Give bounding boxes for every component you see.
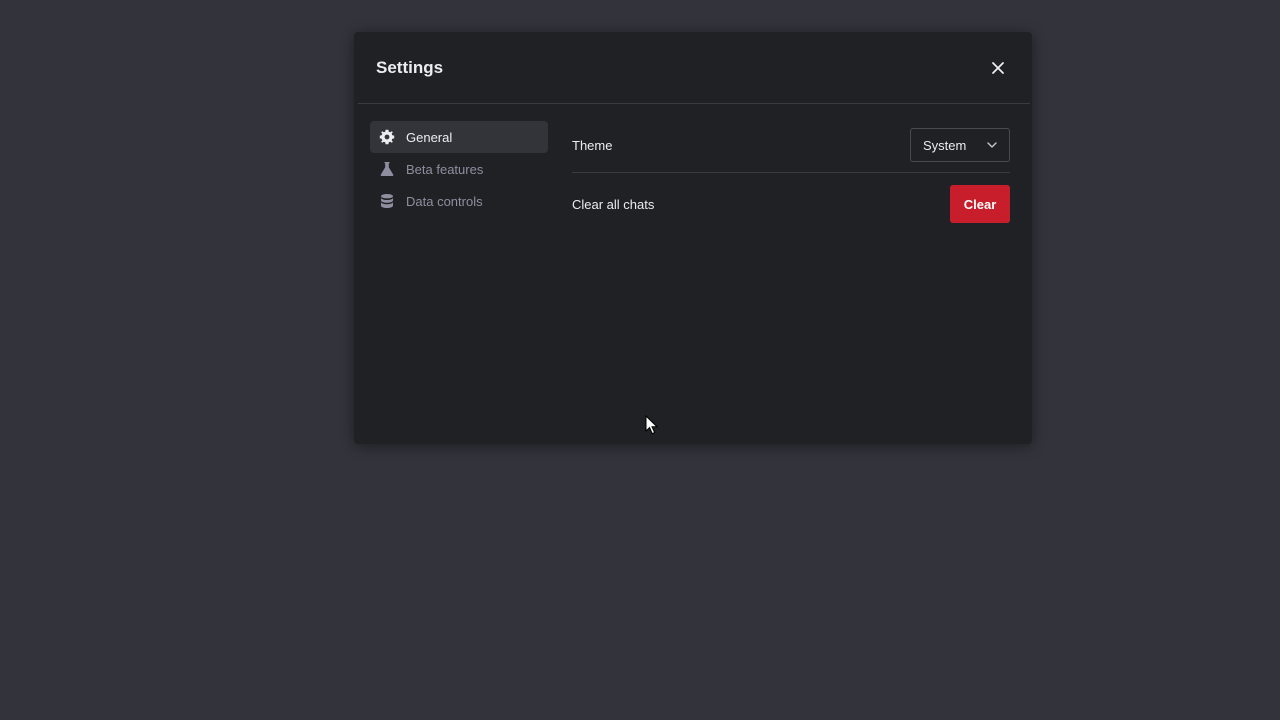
clear-chats-label: Clear all chats: [572, 196, 655, 212]
general-settings-panel: Theme System Clear all chats Clear: [572, 118, 1010, 235]
flask-icon: [378, 160, 396, 178]
theme-select[interactable]: System: [910, 128, 1010, 162]
theme-label: Theme: [572, 137, 613, 153]
clear-chats-row: Clear all chats Clear: [572, 173, 1010, 235]
sidebar-item-beta-features[interactable]: Beta features: [370, 153, 548, 185]
theme-select-value: System: [923, 137, 967, 153]
dialog-header: Settings: [354, 32, 1032, 104]
clear-button[interactable]: Clear: [950, 185, 1010, 223]
close-icon: [992, 62, 1004, 74]
sidebar-item-data-controls[interactable]: Data controls: [370, 185, 548, 217]
mouse-cursor-icon: [645, 415, 659, 435]
sidebar-item-label: General: [406, 129, 453, 145]
settings-sidebar: General Beta features Data controls: [370, 121, 548, 217]
settings-dialog: Settings General Beta features Data cont…: [354, 32, 1032, 444]
close-button[interactable]: [986, 56, 1010, 80]
gear-icon: [378, 128, 396, 146]
dialog-title: Settings: [376, 58, 444, 77]
header-divider: [358, 103, 1030, 104]
sidebar-item-label: Data controls: [406, 193, 483, 209]
database-icon: [378, 192, 396, 210]
sidebar-item-label: Beta features: [406, 161, 484, 177]
sidebar-item-general[interactable]: General: [370, 121, 548, 153]
chevron-down-icon: [987, 142, 997, 148]
theme-row: Theme System: [572, 118, 1010, 172]
